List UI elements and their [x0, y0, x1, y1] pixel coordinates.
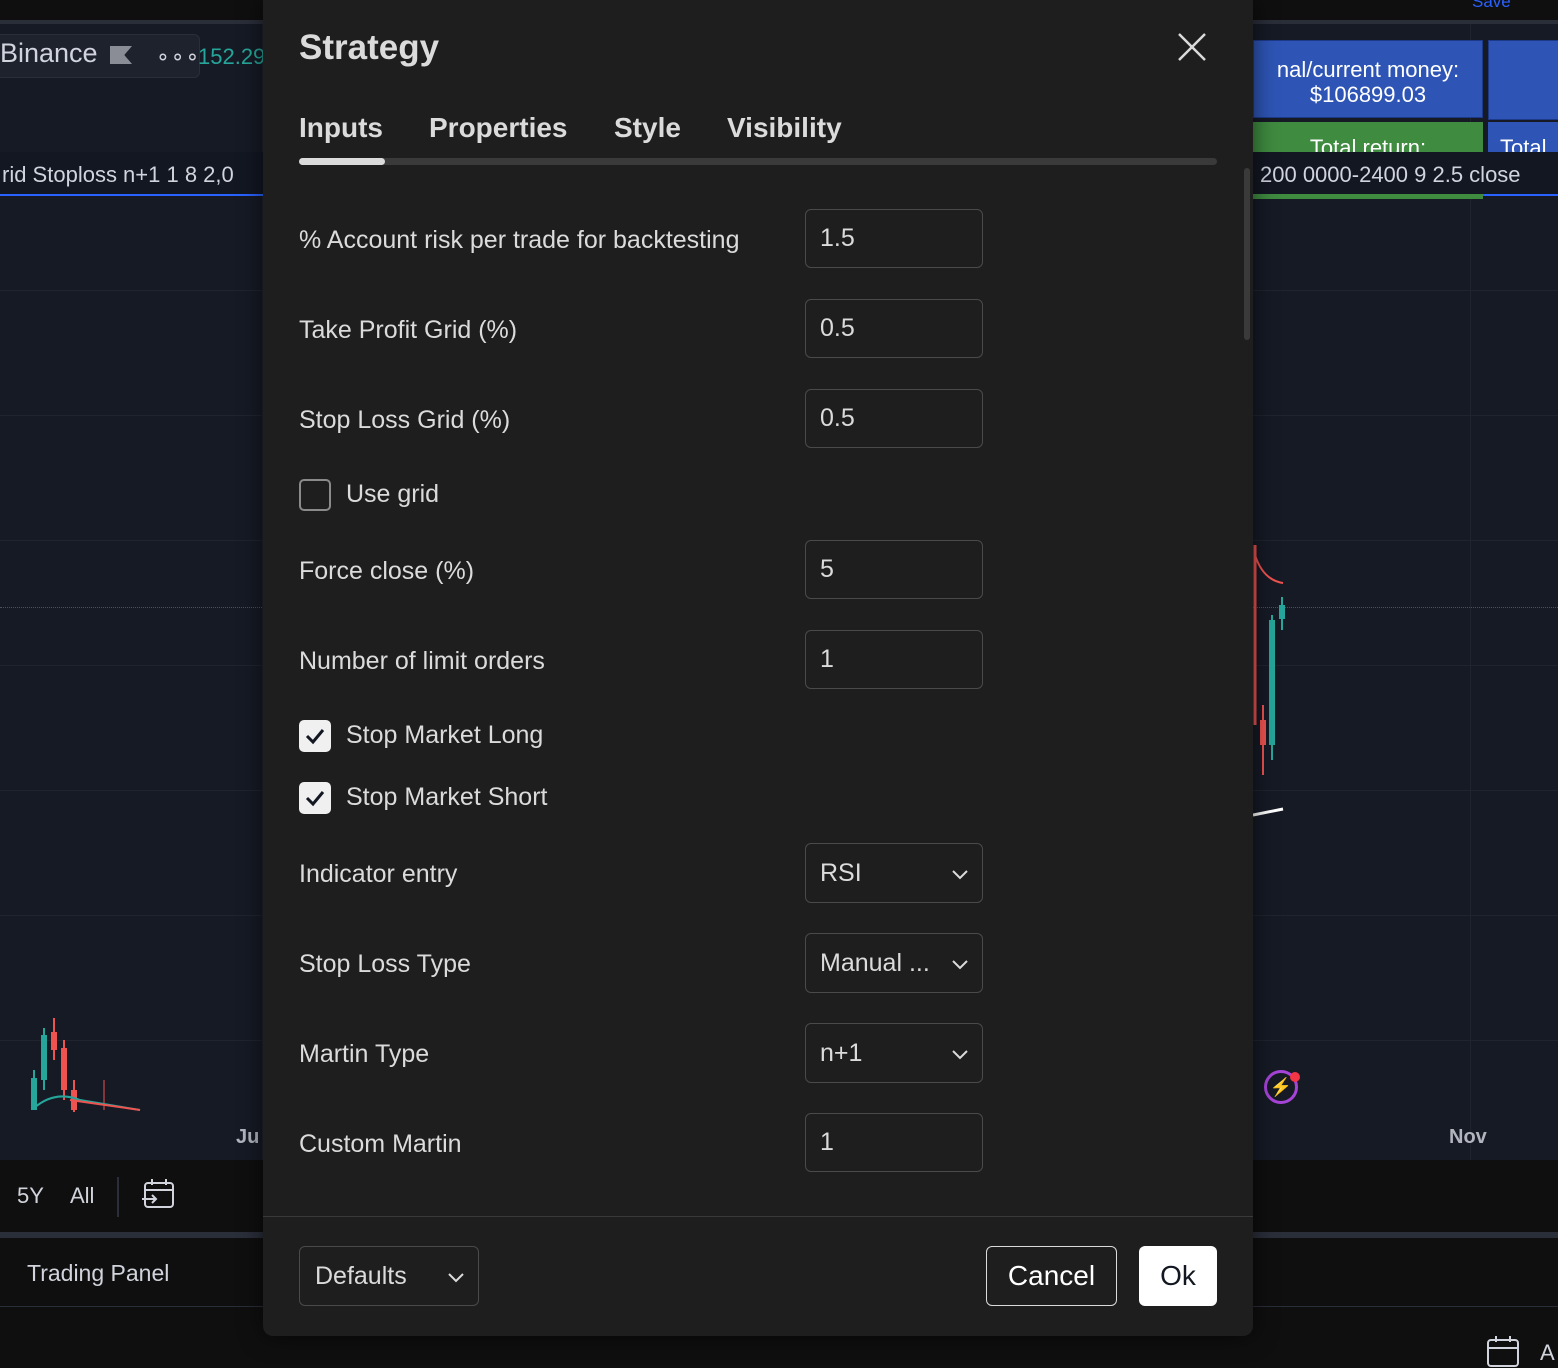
x-axis-label: Ju — [236, 1126, 260, 1148]
range-5y-button[interactable]: 5Y — [17, 1183, 44, 1209]
stop-loss-type-value: Manual ... — [820, 949, 930, 977]
stop-loss-grid-input[interactable]: 0.5 — [805, 389, 983, 448]
symbol-name[interactable]: Binance — [0, 38, 98, 69]
total-return-cell: Total return: — [1253, 122, 1483, 152]
account-risk-input[interactable]: 1.5 — [805, 209, 983, 268]
custom-martin-input[interactable]: 1 — [805, 1113, 983, 1172]
price-value: 152.29 — [198, 44, 266, 69]
limit-orders-input[interactable]: 1 — [805, 630, 983, 689]
indicator-entry-value: RSI — [820, 859, 862, 887]
table-strip — [1253, 194, 1483, 199]
cancel-button[interactable]: Cancel — [986, 1246, 1117, 1306]
tab-inputs[interactable]: Inputs — [299, 112, 383, 144]
stop-loss-type-select[interactable]: Manual ... — [805, 933, 983, 993]
strategy-dialog: Strategy Inputs Properties Style Visibil… — [263, 0, 1253, 1336]
tab-visibility[interactable]: Visibility — [727, 112, 842, 144]
tab-active-indicator — [299, 158, 385, 165]
money-label: nal/current money: — [1276, 57, 1460, 82]
stop-market-long-checkbox[interactable] — [299, 720, 331, 752]
candles-left — [31, 1018, 141, 1112]
stop-loss-type-label: Stop Loss Type — [299, 950, 471, 978]
candles-right — [1253, 545, 1285, 817]
take-profit-grid-input[interactable]: 0.5 — [805, 299, 983, 358]
tab-style[interactable]: Style — [614, 112, 681, 144]
close-icon[interactable] — [1175, 30, 1209, 64]
notification-dot — [1290, 1072, 1300, 1082]
save-button[interactable]: Save — [1472, 0, 1511, 12]
more-options-icon[interactable]: ∘∘∘ — [156, 44, 200, 70]
scrollbar[interactable] — [1244, 168, 1250, 340]
go-to-date-icon[interactable] — [142, 1177, 176, 1211]
calendar-icon[interactable] — [1486, 1334, 1520, 1368]
money-table-cell: nal/current money: $106899.03 — [1253, 40, 1483, 118]
martin-type-value: n+1 — [820, 1039, 863, 1067]
checkmark-icon — [305, 729, 325, 745]
stop-market-short-label[interactable]: Stop Market Short — [346, 783, 547, 812]
range-all-button[interactable]: All — [70, 1183, 94, 1209]
martin-type-select[interactable]: n+1 — [805, 1023, 983, 1083]
divider — [117, 1177, 119, 1217]
strategy-legend-text: rid Stoploss n+1 1 8 2,0 — [2, 162, 234, 187]
tab-properties[interactable]: Properties — [429, 112, 568, 144]
x-axis-label: Nov — [1449, 1126, 1487, 1148]
corner-text: A — [1540, 1340, 1555, 1365]
force-close-label: Force close (%) — [299, 557, 475, 585]
footer-divider — [263, 1216, 1253, 1217]
defaults-label: Defaults — [315, 1262, 407, 1290]
defaults-dropdown[interactable]: Defaults — [299, 1246, 479, 1306]
chevron-down-icon — [448, 1273, 464, 1283]
account-risk-label: % Account risk per trade for backtesting — [299, 226, 740, 254]
custom-martin-label: Custom Martin — [299, 1130, 462, 1158]
force-close-input[interactable]: 5 — [805, 540, 983, 599]
strategy-legend-text-right: 200 0000-2400 9 2.5 close — [1260, 162, 1521, 187]
indicator-entry-label: Indicator entry — [299, 860, 458, 888]
chevron-down-icon — [952, 960, 968, 970]
use-grid-checkbox[interactable] — [299, 479, 331, 511]
ok-button[interactable]: Ok — [1139, 1246, 1217, 1306]
trading-panel-tab[interactable]: Trading Panel — [27, 1260, 169, 1287]
table-cell — [1488, 40, 1558, 120]
dialog-title: Strategy — [299, 28, 440, 67]
take-profit-grid-label: Take Profit Grid (%) — [299, 316, 518, 344]
total-cell: Total — [1488, 122, 1558, 152]
stop-market-long-label[interactable]: Stop Market Long — [346, 721, 543, 750]
checkmark-icon — [305, 791, 325, 807]
stop-loss-grid-label: Stop Loss Grid (%) — [299, 406, 511, 434]
money-value: $106899.03 — [1309, 82, 1427, 107]
tab-track — [299, 158, 1217, 165]
indicator-entry-select[interactable]: RSI — [805, 843, 983, 903]
limit-orders-label: Number of limit orders — [299, 647, 545, 675]
chevron-down-icon — [952, 1050, 968, 1060]
use-grid-label[interactable]: Use grid — [346, 480, 439, 509]
martin-type-label: Martin Type — [299, 1040, 430, 1068]
stop-market-short-checkbox[interactable] — [299, 782, 331, 814]
chevron-down-icon — [952, 870, 968, 880]
